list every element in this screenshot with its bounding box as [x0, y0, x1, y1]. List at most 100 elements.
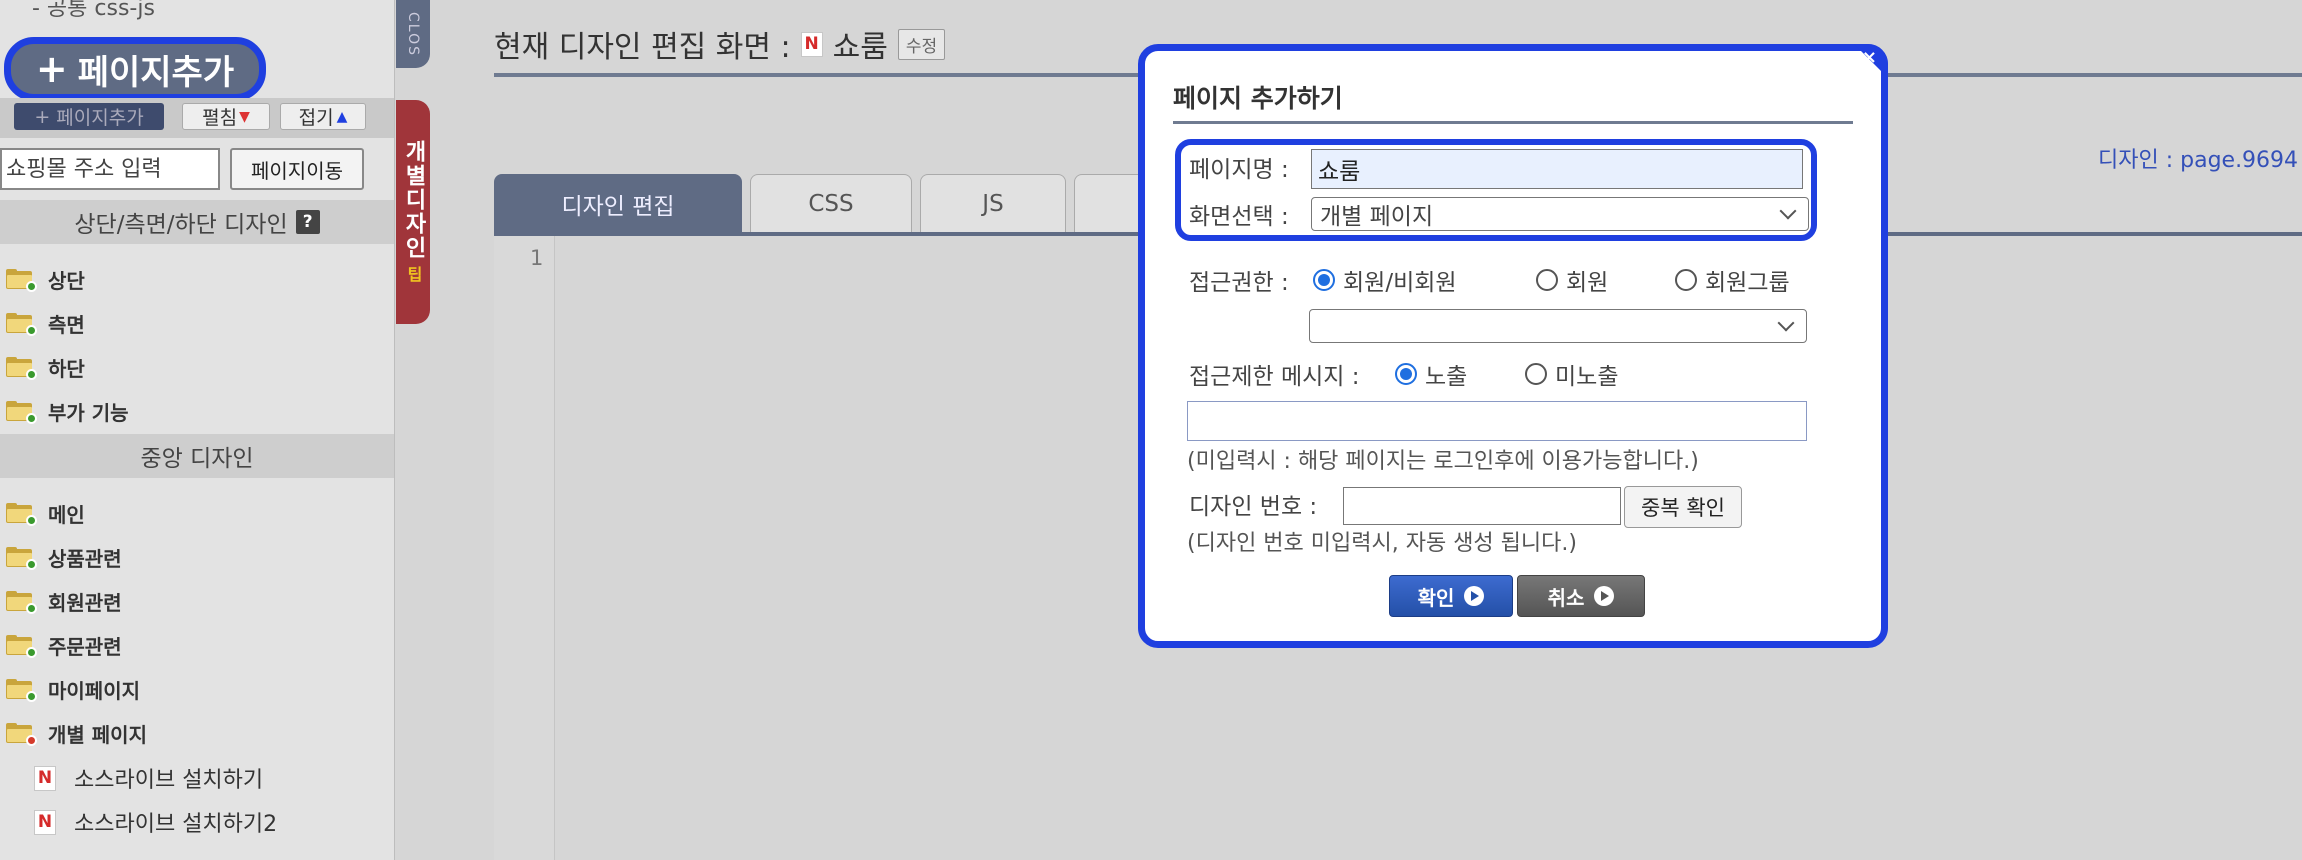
- edit-page-button[interactable]: 수정: [897, 28, 946, 60]
- section-header-layout: 상단/측면/하단 디자인 ?: [0, 200, 394, 244]
- tab-css[interactable]: CSS: [750, 174, 912, 232]
- folder-extra[interactable]: 부가 기능: [6, 396, 129, 426]
- folder-label: 회원관련: [48, 590, 122, 615]
- folder-label: 개별 페이지: [48, 722, 147, 747]
- folder-mypage[interactable]: 마이페이지: [6, 674, 140, 704]
- design-number-note: (디자인 번호 미입력시, 자동 생성 됩니다.): [1187, 531, 1577, 556]
- dialog-title-divider: [1173, 121, 1853, 124]
- restrict-radio-hide[interactable]: 미노출: [1525, 357, 1618, 391]
- radio-checked-icon: [1395, 363, 1417, 385]
- page-item-sourcelive-1[interactable]: N 소스라이브 설치하기: [34, 763, 263, 793]
- triangle-up-icon: ▲: [336, 108, 348, 125]
- radio-label: 노출: [1425, 364, 1468, 390]
- folder-icon: [6, 503, 37, 526]
- folder-product[interactable]: 상품관련: [6, 542, 122, 572]
- screen-select[interactable]: 개별 페이지: [1311, 197, 1809, 231]
- design-tab-label: 개별디자인: [401, 140, 426, 260]
- design-sidebar: - 공통 css-js + 페이지추가 + 페이지추가 펼침▼ 접기▲ 페이지이…: [0, 0, 395, 860]
- current-page-name: 쇼룸: [832, 30, 888, 65]
- access-radio-all[interactable]: 회원/비회원: [1313, 263, 1457, 297]
- member-group-select[interactable]: [1309, 309, 1807, 343]
- restrict-message-label: 접근제한 메시지 :: [1189, 364, 1360, 390]
- arrow-right-circle-icon: [1594, 586, 1615, 606]
- close-sidebar-tab[interactable]: CLOS: [396, 0, 430, 68]
- expand-all-button[interactable]: 펼침 ▼: [182, 103, 270, 130]
- page-name-input[interactable]: 쇼룸: [1311, 149, 1803, 189]
- triangle-down-icon: ▼: [239, 108, 250, 125]
- plus-icon: +: [35, 47, 68, 91]
- folder-main[interactable]: 메인: [6, 498, 85, 528]
- screen-select-value: 개별 페이지: [1320, 204, 1434, 230]
- folder-label: 메인: [48, 502, 85, 527]
- editor-gutter: [494, 236, 555, 860]
- radio-checked-icon: [1313, 269, 1335, 291]
- tab-js[interactable]: JS: [920, 174, 1066, 232]
- design-number-label: 디자인 : page.9694: [2098, 148, 2299, 173]
- page-n-icon: N: [34, 765, 56, 791]
- radio-icon: [1675, 269, 1697, 291]
- folder-label: 측면: [48, 312, 85, 337]
- page-n-icon: N: [800, 31, 823, 57]
- expand-label: 펼침: [202, 107, 238, 129]
- radio-label: 회원: [1566, 270, 1609, 296]
- add-page-label: 페이지추가: [77, 52, 235, 93]
- collapse-label: 접기: [298, 107, 334, 129]
- go-to-page-button[interactable]: 페이지이동: [230, 148, 364, 190]
- duplicate-check-button[interactable]: 중복 확인: [1624, 486, 1742, 528]
- confirm-button[interactable]: 확인: [1389, 575, 1513, 617]
- folder-icon: [6, 401, 37, 424]
- collapse-all-button[interactable]: 접기 ▲: [280, 103, 366, 130]
- arrow-right-circle-icon: [1464, 586, 1485, 606]
- section-header-center-label: 중앙 디자인: [140, 446, 254, 472]
- folder-label: 상품관련: [48, 546, 122, 571]
- folder-side[interactable]: 측면: [6, 308, 85, 338]
- folder-icon: [6, 591, 37, 614]
- tab-design-edit[interactable]: 디자인 편집: [494, 174, 742, 232]
- folder-top[interactable]: 상단: [6, 264, 85, 294]
- page-title: 현재 디자인 편집 화면 : N 쇼룸 수정: [494, 22, 946, 66]
- add-page-dialog: × 페이지 추가하기 페이지명 : 쇼룸 화면선택 : 개별 페이지 접근권한 …: [1138, 44, 1888, 648]
- add-page-button-highlighted[interactable]: + 페이지추가: [4, 37, 266, 101]
- access-radio-member[interactable]: 회원: [1536, 263, 1608, 297]
- cancel-button[interactable]: 취소: [1517, 575, 1645, 617]
- folder-member[interactable]: 회원관련: [6, 586, 122, 616]
- page-item-sourcelive-2[interactable]: N 소스라이브 설치하기2: [34, 807, 277, 837]
- folder-label: 주문관련: [48, 634, 122, 659]
- restrict-note: (미입력시 : 해당 페이지는 로그인후에 이용가능합니다.): [1187, 449, 1699, 474]
- folder-icon: [6, 269, 37, 292]
- chevron-down-icon: [1777, 314, 1795, 332]
- shop-url-input[interactable]: [0, 148, 220, 190]
- section-header-layout-label: 상단/측면/하단 디자인: [74, 212, 288, 238]
- access-radio-group[interactable]: 회원그룹: [1675, 263, 1790, 297]
- section-header-center: 중앙 디자인: [0, 434, 394, 478]
- radio-label: 미노출: [1555, 364, 1619, 390]
- toolbar-add-page-button[interactable]: + 페이지추가: [14, 103, 164, 130]
- close-icon[interactable]: ×: [1862, 47, 1877, 68]
- page-n-icon: N: [34, 809, 56, 835]
- radio-icon: [1536, 269, 1558, 291]
- folder-label: 마이페이지: [48, 678, 140, 703]
- page-item-label: 소스라이브 설치하기2: [74, 812, 278, 837]
- folder-bottom[interactable]: 하단: [6, 352, 85, 382]
- tip-label: 팁: [404, 266, 423, 284]
- restrict-radio-show[interactable]: 노출: [1395, 357, 1467, 391]
- radio-label: 회원/비회원: [1343, 270, 1457, 296]
- help-icon[interactable]: ?: [295, 210, 320, 234]
- folder-icon: [6, 635, 37, 658]
- design-number-input[interactable]: [1343, 487, 1621, 525]
- common-css-js-link[interactable]: - 공통 css-js: [32, 0, 155, 22]
- folder-label: 하단: [48, 356, 85, 381]
- radio-label: 회원그룹: [1705, 270, 1790, 296]
- individual-design-tips-tab[interactable]: 개별디자인 팁: [396, 100, 430, 324]
- folder-individual-pages[interactable]: 개별 페이지: [6, 718, 147, 748]
- confirm-label: 확인: [1417, 585, 1455, 610]
- folder-icon: [6, 679, 37, 702]
- folder-icon: [6, 547, 37, 570]
- folder-icon: [6, 313, 37, 336]
- folder-open-icon: [6, 723, 37, 746]
- page-item-label: 소스라이브 설치하기: [74, 768, 264, 793]
- access-label: 접근권한 :: [1189, 270, 1289, 296]
- design-number-label: 디자인 번호 :: [1189, 494, 1318, 520]
- restrict-message-input[interactable]: [1187, 401, 1807, 441]
- folder-order[interactable]: 주문관련: [6, 630, 122, 660]
